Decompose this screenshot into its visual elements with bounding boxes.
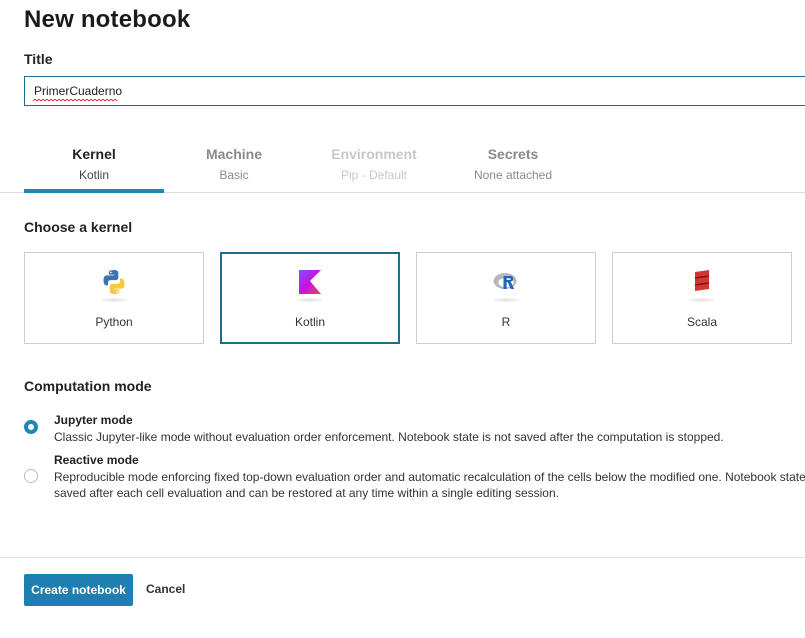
page-title: New notebook (24, 6, 191, 33)
python-icon (103, 270, 125, 294)
title-input[interactable] (24, 76, 805, 106)
mode-description: Reproducible mode enforcing fixed top-do… (54, 470, 805, 500)
scala-icon (695, 270, 709, 291)
tab-kernel-value: Kotlin (78, 168, 110, 182)
tab-secrets[interactable]: Secrets None attached (443, 138, 583, 192)
mode-description: Classic Jupyter-like mode without evalua… (54, 430, 724, 444)
kernel-card-scala[interactable]: Scala (612, 252, 792, 344)
jupyter-mode-radio[interactable] (24, 420, 38, 434)
mode-title: Jupyter mode (54, 413, 133, 427)
title-field-label: Title (24, 51, 53, 67)
kernel-card-r[interactable]: R (416, 252, 596, 344)
tab-machine-value: Basic (219, 168, 249, 182)
tab-machine[interactable]: Machine Basic (164, 138, 304, 192)
footer-divider (0, 557, 805, 558)
kernel-card-kotlin[interactable]: Kotlin (220, 252, 400, 344)
kernel-card-label: Scala (686, 315, 718, 329)
tab-environment-value: Pip - Default (340, 168, 408, 182)
tab-kernel[interactable]: Kernel Kotlin (24, 138, 164, 193)
kotlin-icon (299, 270, 321, 294)
cancel-button[interactable]: Cancel (146, 582, 185, 596)
scala-icon-shadow (688, 298, 716, 302)
python-icon-shadow (100, 298, 128, 302)
computation-section-heading: Computation mode (24, 378, 152, 394)
create-notebook-button[interactable]: Create notebook (24, 574, 133, 606)
r-icon-shadow (492, 298, 520, 302)
kernel-card-python[interactable]: Python (24, 252, 204, 344)
kernel-card-label: Kotlin (294, 315, 326, 329)
tab-machine-label: Machine (205, 146, 262, 162)
tab-environment: Environment Pip - Default (304, 138, 444, 192)
tab-kernel-label: Kernel (72, 146, 116, 162)
reactive-mode-radio[interactable] (24, 469, 38, 483)
kernel-card-label: Python (95, 315, 133, 329)
tab-secrets-label: Secrets (487, 146, 539, 162)
kernel-card-label: R (501, 315, 511, 329)
mode-title: Reactive mode (54, 453, 139, 467)
settings-tabs: Kernel Kotlin Machine Basic Environment … (0, 138, 805, 193)
tab-environment-label: Environment (331, 146, 417, 162)
kernel-section-heading: Choose a kernel (24, 219, 133, 235)
tab-secrets-value: None attached (473, 168, 553, 182)
kotlin-icon-shadow (296, 298, 324, 302)
r-icon (493, 273, 517, 289)
